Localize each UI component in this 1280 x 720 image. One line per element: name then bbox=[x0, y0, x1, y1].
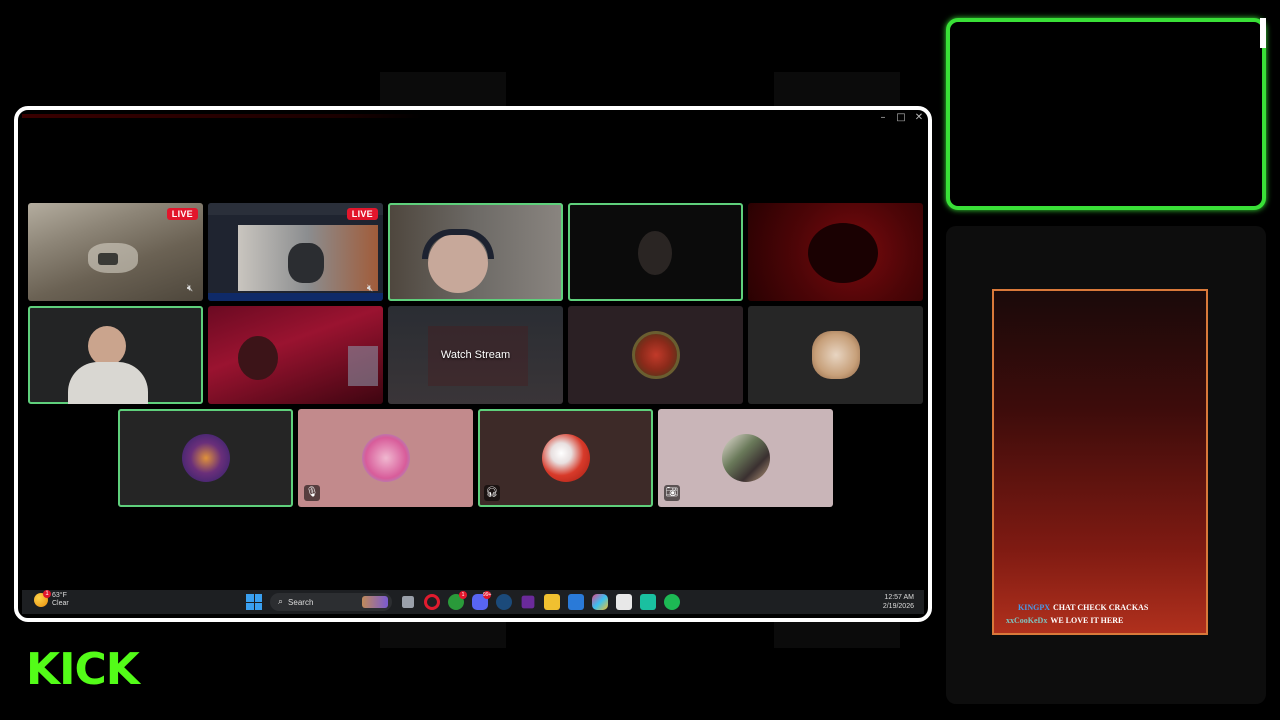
discord-icon[interactable]: 99+ bbox=[472, 591, 492, 610]
opera-icon[interactable] bbox=[424, 594, 440, 610]
mic-off-icon: 🎙︎ bbox=[304, 485, 320, 501]
steam-icon[interactable] bbox=[496, 594, 512, 610]
speaker-muted-icon[interactable]: 🔇︎ bbox=[363, 283, 377, 295]
webcam-frame bbox=[946, 18, 1266, 210]
weather-alert-badge: 1 bbox=[43, 590, 51, 598]
background-panel-right-bottom bbox=[774, 622, 900, 648]
search-highlight-icon bbox=[362, 596, 388, 608]
headset-icon: 🎧︎ bbox=[484, 485, 500, 501]
file-explorer-icon[interactable] bbox=[544, 594, 560, 610]
live-badge: LIVE bbox=[346, 208, 378, 220]
window-title-strip bbox=[22, 114, 422, 118]
chat-message: xxCooKeDx WE LOVE IT HERE bbox=[1006, 616, 1123, 625]
maximize-button[interactable]: □ bbox=[896, 112, 906, 123]
window-controls: – □ ✕ bbox=[878, 112, 924, 123]
background-panel-left-bottom bbox=[380, 622, 506, 648]
kick-logo: KICK bbox=[26, 644, 140, 695]
participant-avatar bbox=[631, 331, 680, 379]
participant-tile-purple-glow[interactable] bbox=[118, 409, 293, 507]
camera-off-icon: 📷︎ bbox=[664, 485, 680, 501]
chat-text: WE LOVE IT HERE bbox=[1050, 616, 1124, 625]
background-panel-left bbox=[380, 72, 506, 106]
search-label: Search bbox=[288, 597, 314, 607]
participant-avatar bbox=[811, 331, 860, 379]
copilot-icon[interactable] bbox=[592, 594, 608, 610]
participant-tile-people-photo[interactable]: 📷︎ bbox=[658, 409, 833, 507]
participant-tile-red-light[interactable] bbox=[748, 203, 923, 301]
chat-username: xxCooKeDx bbox=[1006, 616, 1048, 625]
chat-message: KINGPX CHAT CHECK CRACKAS bbox=[1018, 603, 1148, 612]
participant-avatar bbox=[721, 434, 770, 482]
moon-icon: 1 bbox=[34, 590, 51, 607]
chat-username: KINGPX bbox=[1018, 603, 1050, 612]
participant-tile-man-hoodie[interactable] bbox=[28, 306, 203, 404]
discord-badge: 99+ bbox=[483, 591, 492, 599]
mail-icon[interactable] bbox=[568, 594, 584, 610]
clock-date: 2/19/2026 bbox=[882, 603, 914, 610]
captured-window: – □ ✕ LIVE 🔇︎ LIVE 🔇︎ Watch Stream 🎙︎ 🎧︎… bbox=[14, 106, 932, 622]
search-box[interactable]: ⌕ Search bbox=[270, 593, 392, 611]
speaker-muted-icon[interactable]: 🔇︎ bbox=[183, 283, 197, 295]
nvidia-icon[interactable] bbox=[521, 595, 535, 609]
participant-tile-garage-stream[interactable]: LIVE 🔇︎ bbox=[208, 203, 383, 301]
participant-tile-red-neon[interactable] bbox=[208, 306, 383, 404]
xbox-badge: 1 bbox=[459, 591, 467, 599]
weather-condition: Clear bbox=[52, 600, 69, 607]
chat-text: CHAT CHECK CRACKAS bbox=[1053, 603, 1149, 612]
store-icon[interactable] bbox=[616, 594, 632, 610]
participant-avatar bbox=[541, 434, 590, 482]
participant-avatar bbox=[181, 434, 230, 482]
chat-box: KINGPX CHAT CHECK CRACKAS xxCooKeDx WE LOV… bbox=[992, 289, 1208, 635]
system-clock[interactable]: 12:57 AM 2/19/2026 bbox=[883, 593, 914, 611]
participant-tile-man-headset[interactable] bbox=[388, 203, 563, 301]
watch-stream-button[interactable]: Watch Stream bbox=[441, 349, 510, 361]
participant-tile-offroad-game[interactable]: LIVE 🔇︎ bbox=[28, 203, 203, 301]
chat-app-icon[interactable] bbox=[640, 594, 656, 610]
search-icon: ⌕ bbox=[278, 597, 284, 607]
clock-time: 12:57 AM bbox=[884, 594, 914, 601]
participant-tile-dark-room[interactable] bbox=[568, 203, 743, 301]
participant-avatar bbox=[361, 434, 410, 482]
spotify-icon[interactable] bbox=[664, 594, 680, 610]
minimize-button[interactable]: – bbox=[878, 112, 888, 123]
xbox-icon[interactable]: 1 bbox=[448, 591, 467, 610]
background-panel-right bbox=[774, 72, 900, 106]
weather-temp: 63°F bbox=[52, 592, 67, 599]
close-button[interactable]: ✕ bbox=[914, 112, 924, 123]
participant-tile-watch-stream[interactable]: Watch Stream bbox=[388, 306, 563, 404]
taskbar-apps: ⌕ Search 1 99+ bbox=[246, 591, 680, 611]
participant-tile-badge-logo[interactable] bbox=[568, 306, 743, 404]
windows-start-icon[interactable] bbox=[246, 594, 262, 610]
task-view-icon[interactable] bbox=[402, 596, 414, 608]
weather-widget[interactable]: 1 63°F Clear bbox=[34, 590, 69, 608]
live-badge: LIVE bbox=[166, 208, 198, 220]
participant-tile-cat-plush[interactable] bbox=[748, 306, 923, 404]
taskbar: 1 63°F Clear ⌕ Search 1 99+ 12:57 AM 2/1… bbox=[22, 590, 924, 614]
webcam-frame-accent bbox=[1260, 18, 1266, 48]
participant-tile-santa-ball[interactable]: 🎧︎ bbox=[478, 409, 653, 507]
participant-tile-pink-character[interactable]: 🎙︎ bbox=[298, 409, 473, 507]
